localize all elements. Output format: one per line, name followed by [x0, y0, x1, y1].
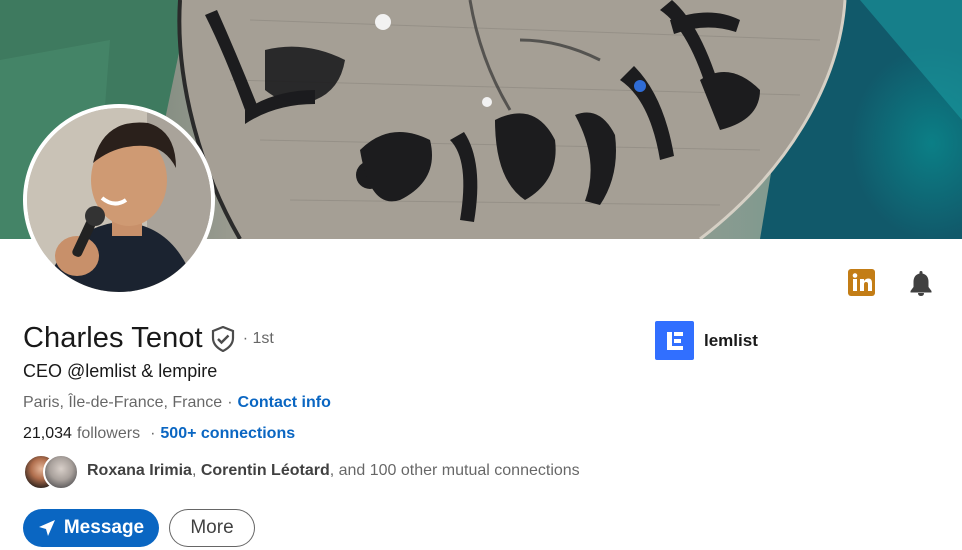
connections-link[interactable]: 500+ connections — [160, 425, 295, 443]
message-button[interactable]: Message — [23, 509, 159, 547]
avatar — [43, 454, 79, 490]
profile-name: Charles Tenot — [23, 322, 203, 354]
more-button[interactable]: More — [169, 509, 255, 547]
followers-count: 21,034 — [23, 425, 72, 442]
mutual-name-2: Corentin Léotard — [200, 462, 330, 479]
linkedin-badge[interactable] — [848, 269, 875, 296]
separator: · — [227, 394, 233, 411]
profile-headline: CEO @lemlist & lempire — [23, 361, 218, 381]
company-name: lemlist — [704, 330, 758, 350]
mutual-name-1: Roxana Irimia — [87, 462, 192, 479]
mutual-text: Roxana Irimia, Corentin Léotard, and 100… — [87, 462, 580, 479]
more-label: More — [190, 517, 234, 538]
portrait-illustration — [27, 108, 211, 292]
bell-icon — [910, 271, 932, 296]
profile-name-row: Charles Tenot · 1st — [23, 322, 274, 355]
contact-info-link[interactable]: Contact info — [238, 394, 331, 412]
send-icon — [38, 520, 55, 536]
followers-row: 21,034 followers · 500+ connections — [23, 425, 295, 443]
profile-photo — [27, 108, 211, 292]
connection-degree: · 1st — [242, 329, 274, 347]
mutual-connections[interactable]: Roxana Irimia, Corentin Léotard, and 100… — [23, 453, 580, 490]
mutual-avatars — [23, 454, 79, 490]
company-logo-icon — [655, 321, 694, 360]
message-label: Message — [63, 517, 145, 538]
location-row: Paris, Île-de-France, France · Contact i… — [23, 394, 331, 412]
notification-bell-button[interactable] — [906, 268, 936, 298]
current-company[interactable]: lemlist — [655, 321, 758, 360]
profile-avatar[interactable] — [23, 104, 215, 296]
linkedin-icon — [848, 269, 875, 296]
mutual-rest: , and 100 other mutual connections — [329, 462, 580, 479]
separator: · — [150, 425, 156, 442]
profile-location: Paris, Île-de-France, France — [23, 394, 223, 411]
verified-shield-icon[interactable] — [211, 325, 235, 352]
followers-label: followers — [76, 425, 141, 442]
